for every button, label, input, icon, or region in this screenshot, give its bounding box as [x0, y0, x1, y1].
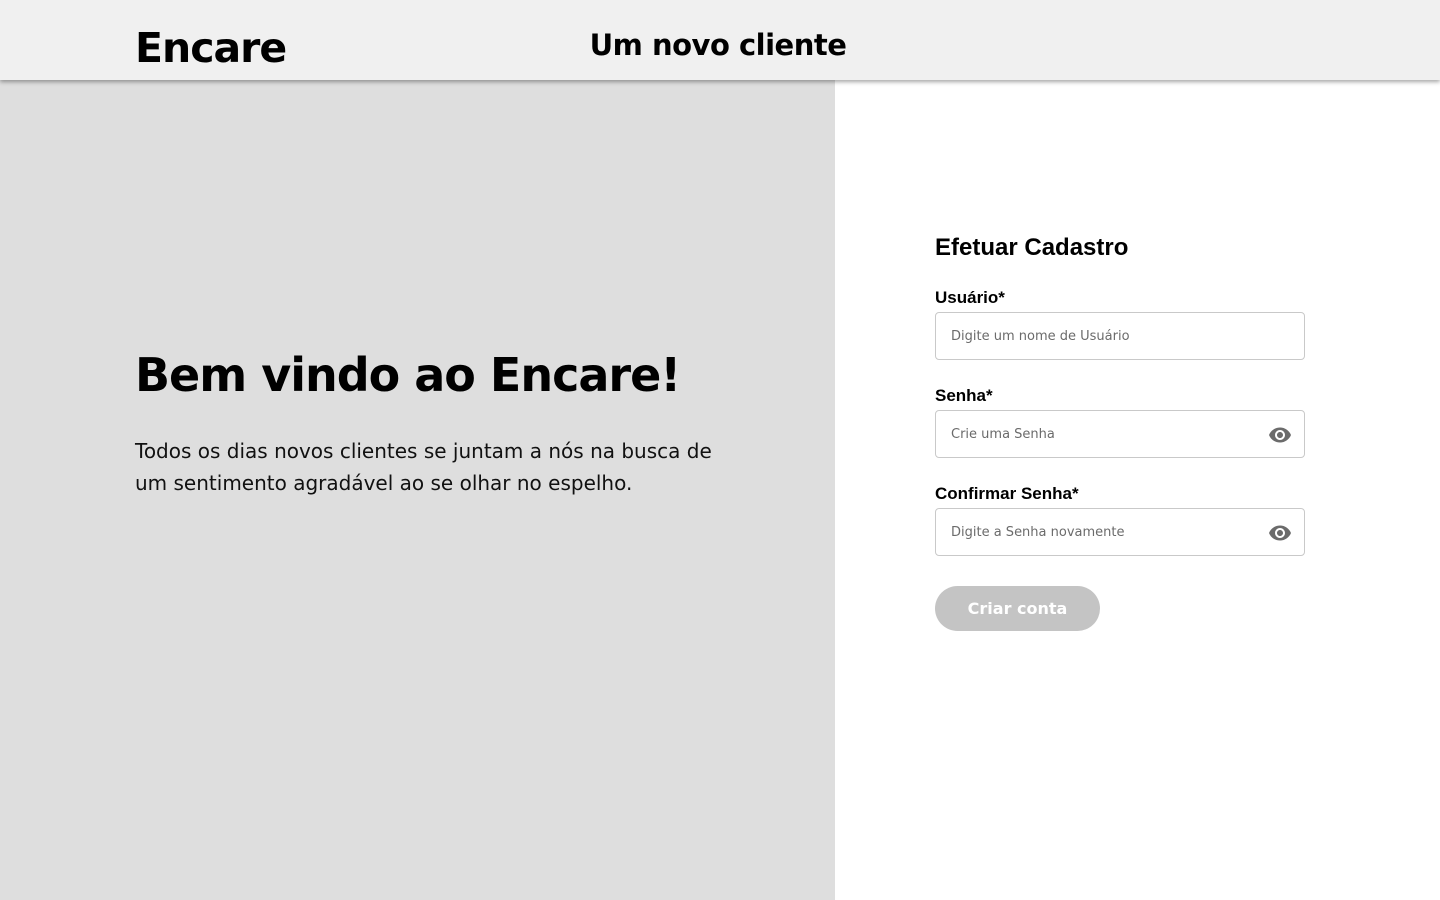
create-account-button[interactable]: Criar conta	[935, 586, 1100, 631]
form-title: Efetuar Cadastro	[935, 234, 1129, 261]
password-input[interactable]	[936, 411, 1304, 457]
username-label: Usuário*	[935, 288, 1005, 307]
username-input[interactable]	[936, 313, 1304, 359]
confirm-password-input[interactable]	[936, 509, 1304, 555]
confirm-password-input-box	[935, 508, 1305, 556]
eye-icon[interactable]	[1268, 423, 1292, 447]
signup-form: Efetuar Cadastro Usuário* Senha* Confirm…	[935, 230, 1305, 631]
password-label: Senha*	[935, 386, 993, 405]
password-field: Senha*	[935, 386, 1305, 458]
confirm-password-label: Confirmar Senha*	[935, 484, 1079, 503]
welcome-title: Bem vindo ao Encare!	[135, 348, 681, 402]
username-input-box	[935, 312, 1305, 360]
confirm-password-field: Confirmar Senha*	[935, 484, 1305, 556]
header-title: Um novo cliente	[589, 28, 847, 62]
username-field: Usuário*	[935, 288, 1305, 360]
welcome-text: Todos os dias novos clientes se juntam a…	[135, 439, 712, 495]
top-header: Encare Um novo cliente	[0, 0, 1440, 80]
signup-panel: Efetuar Cadastro Usuário* Senha* Confirm…	[835, 80, 1440, 900]
password-input-box	[935, 410, 1305, 458]
eye-icon[interactable]	[1268, 521, 1292, 545]
welcome-panel: Bem vindo ao Encare! Todos os dias novos…	[0, 80, 835, 900]
